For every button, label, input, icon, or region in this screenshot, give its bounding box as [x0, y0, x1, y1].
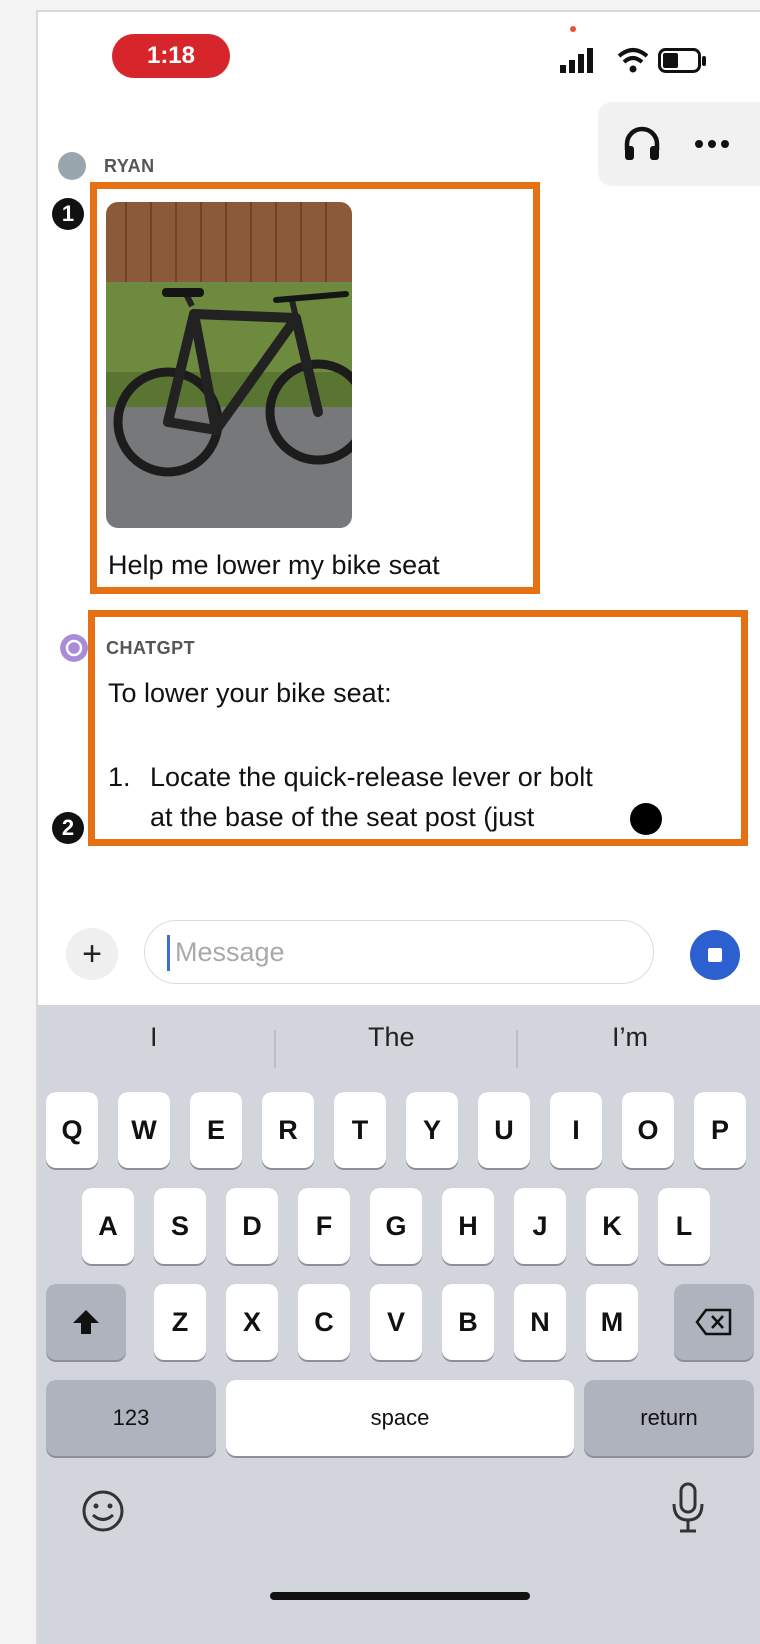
suggestion-divider [274, 1030, 276, 1068]
microphone-icon[interactable] [670, 1482, 706, 1538]
key-l[interactable]: L [658, 1188, 710, 1264]
numbers-key[interactable]: 123 [46, 1380, 216, 1456]
emoji-icon[interactable] [80, 1488, 126, 1534]
space-key[interactable]: space [226, 1380, 574, 1456]
phone-screen: 1:18 RYAN 1 Help me lower my bike seat C… [36, 10, 760, 1644]
key-y[interactable]: Y [406, 1092, 458, 1168]
key-n[interactable]: N [514, 1284, 566, 1360]
key-m[interactable]: M [586, 1284, 638, 1360]
sender-name: RYAN [104, 156, 155, 176]
streaming-cursor [630, 803, 662, 835]
backspace-icon [695, 1308, 732, 1336]
headphones-icon[interactable] [622, 126, 662, 162]
cellular-signal-icon [560, 48, 593, 73]
key-h[interactable]: H [442, 1188, 494, 1264]
user-avatar [58, 152, 86, 180]
key-v[interactable]: V [370, 1284, 422, 1360]
text-caret [167, 935, 170, 971]
message-input[interactable]: Message [144, 920, 654, 984]
key-p[interactable]: P [694, 1092, 746, 1168]
key-d[interactable]: D [226, 1188, 278, 1264]
more-icon[interactable] [694, 138, 730, 150]
message-placeholder: Message [175, 937, 285, 967]
assistant-intro-text: To lower your bike seat: [108, 678, 392, 708]
suggestion-item-divider [516, 1030, 518, 1068]
key-z[interactable]: Z [154, 1284, 206, 1360]
stop-icon [708, 948, 722, 962]
home-indicator [270, 1592, 530, 1600]
user-message-text: Help me lower my bike seat [108, 550, 440, 580]
shift-icon [73, 1310, 99, 1334]
stop-generating-button[interactable] [690, 930, 740, 980]
list-number: 1. [108, 762, 131, 792]
status-time: 1:18 [112, 34, 230, 78]
bike-photo[interactable] [106, 202, 352, 528]
list-item-line: Locate the quick-release lever or bolt [150, 762, 593, 792]
key-x[interactable]: X [226, 1284, 278, 1360]
recording-dot [570, 26, 576, 32]
battery-icon [658, 48, 706, 73]
key-w[interactable]: W [118, 1092, 170, 1168]
annotation-marker: 1 [52, 198, 84, 230]
key-t[interactable]: T [334, 1092, 386, 1168]
return-key[interactable]: return [584, 1380, 754, 1456]
add-attachment-button[interactable]: + [66, 928, 118, 980]
key-k[interactable]: K [586, 1188, 638, 1264]
suggestion-item[interactable]: I’m [612, 1022, 648, 1053]
key-i[interactable]: I [550, 1092, 602, 1168]
key-c[interactable]: C [298, 1284, 350, 1360]
list-item-line: at the base of the seat post (just [150, 802, 535, 832]
wifi-icon [617, 48, 649, 73]
key-b[interactable]: B [442, 1284, 494, 1360]
key-s[interactable]: S [154, 1188, 206, 1264]
suggestion-item[interactable]: The [368, 1022, 415, 1053]
header-actions [598, 102, 760, 186]
key-j[interactable]: J [514, 1188, 566, 1264]
annotation-marker: 2 [52, 812, 84, 844]
shift-key[interactable] [46, 1284, 126, 1360]
chatgpt-avatar [60, 634, 88, 662]
key-q[interactable]: Q [46, 1092, 98, 1168]
key-r[interactable]: R [262, 1092, 314, 1168]
key-e[interactable]: E [190, 1092, 242, 1168]
key-f[interactable]: F [298, 1188, 350, 1264]
key-g[interactable]: G [370, 1188, 422, 1264]
backspace-key[interactable] [674, 1284, 754, 1360]
suggestion-item[interactable]: I [150, 1022, 158, 1053]
key-u[interactable]: U [478, 1092, 530, 1168]
key-o[interactable]: O [622, 1092, 674, 1168]
key-a[interactable]: A [82, 1188, 134, 1264]
